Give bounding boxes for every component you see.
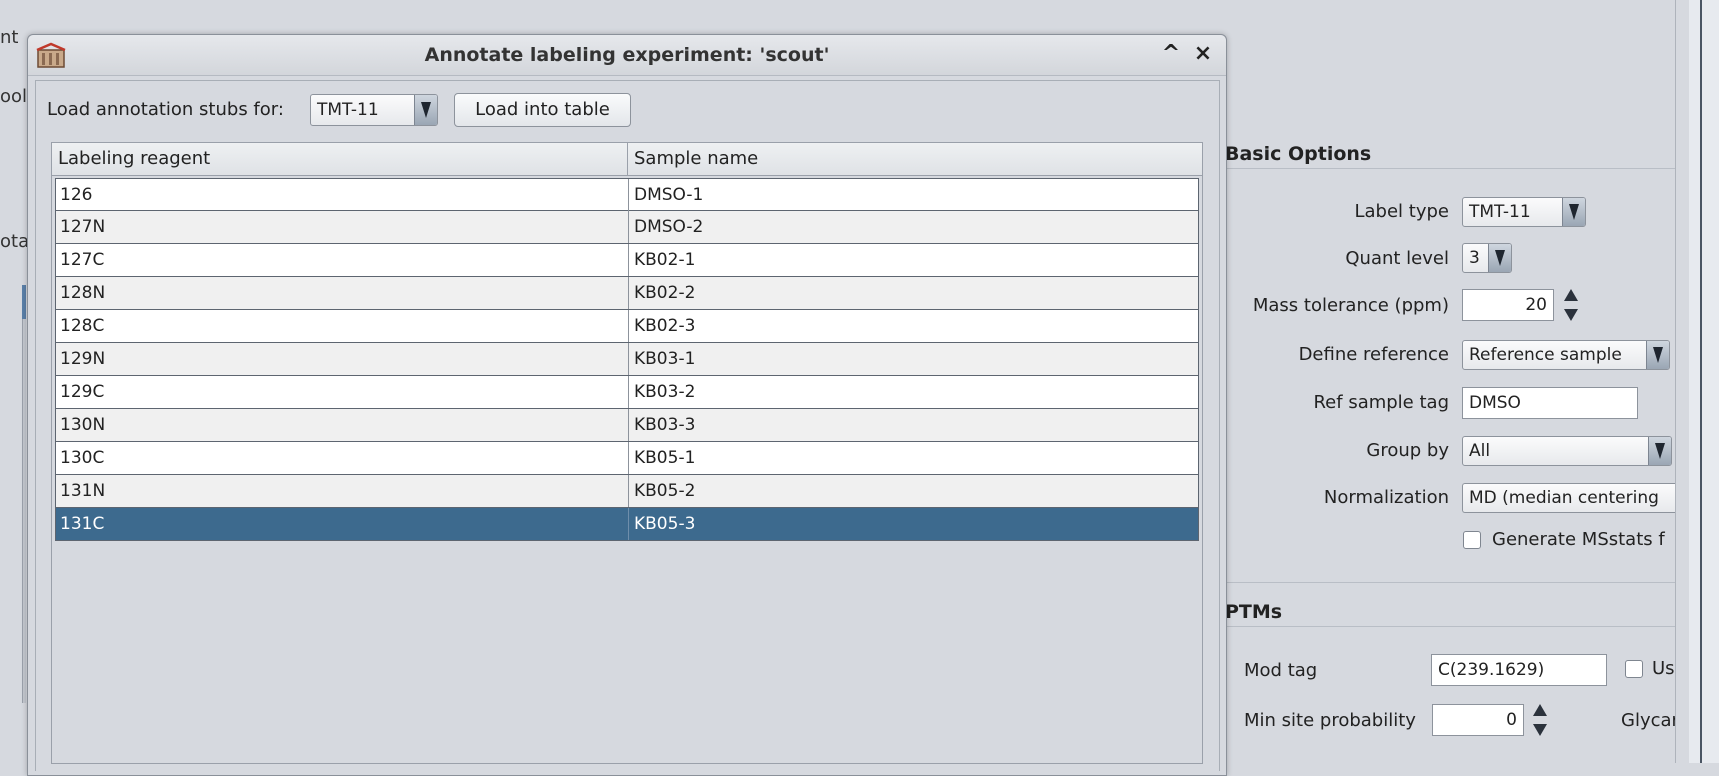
group-by-label: Group by [1366, 440, 1449, 461]
table-row[interactable]: 126 DMSO-1 [55, 178, 1199, 211]
right-window-border [1700, 0, 1702, 763]
table-row[interactable]: 127N DMSO-2 [55, 211, 1199, 244]
generate-msstats-label: Generate MSstats f [1492, 529, 1665, 550]
sample-cell[interactable]: KB05-2 [629, 475, 1199, 507]
table-row[interactable]: 130N KB03-3 [55, 409, 1199, 442]
glycan-label: Glycar [1621, 710, 1675, 731]
ptms-title: PTMs [1225, 601, 1283, 623]
reagent-cell[interactable]: 127N [56, 211, 629, 243]
mass-tolerance-label: Mass tolerance (ppm) [1252, 295, 1449, 316]
chevron-down-icon [1562, 198, 1585, 226]
table-row[interactable]: 128N KB02-2 [55, 277, 1199, 310]
bg-left-selection-edge [22, 285, 26, 319]
sample-cell[interactable]: KB03-1 [629, 343, 1199, 375]
reagent-cell[interactable]: 131N [56, 475, 629, 507]
sample-cell[interactable]: KB03-3 [629, 409, 1199, 441]
ptms-divider-top [1225, 582, 1675, 583]
mod-tag-label: Mod tag [1244, 660, 1318, 681]
define-reference-value: Reference sample [1469, 345, 1622, 365]
normalization-value: MD (median centering [1469, 488, 1659, 508]
dialog-titlebar[interactable]: Annotate labeling experiment: 'scout' ^ … [28, 35, 1226, 76]
reagent-cell[interactable]: 130C [56, 442, 629, 474]
reagent-cell[interactable]: 130N [56, 409, 629, 441]
table-row[interactable]: 127C KB02-1 [55, 244, 1199, 277]
sample-cell[interactable]: KB02-3 [629, 310, 1199, 342]
use-checkbox[interactable] [1625, 660, 1643, 678]
reagent-cell[interactable]: 128N [56, 277, 629, 309]
label-type-value: TMT-11 [1469, 202, 1531, 222]
bg-left-panel-edge [22, 285, 26, 703]
table-header: Labeling reagent Sample name [52, 143, 1202, 176]
sample-cell[interactable]: KB02-1 [629, 244, 1199, 276]
arrow-up-icon [1533, 704, 1547, 716]
reagent-cell[interactable]: 126 [56, 179, 629, 211]
mass-tolerance-input[interactable]: 20 [1462, 289, 1554, 321]
annotation-table: Labeling reagent Sample name 126 DMSO-1 1… [51, 142, 1203, 764]
table-row[interactable]: 129N KB03-1 [55, 343, 1199, 376]
stub-type-value: TMT-11 [317, 100, 379, 120]
quant-level-value: 3 [1469, 248, 1480, 268]
sample-cell[interactable]: KB05-3 [629, 508, 1199, 540]
min-site-prob-input[interactable]: 0 [1432, 704, 1524, 736]
reagent-cell[interactable]: 129N [56, 343, 629, 375]
table-row[interactable]: 128C KB02-3 [55, 310, 1199, 343]
reagent-cell[interactable]: 128C [56, 310, 629, 342]
basic-options-divider [1225, 168, 1675, 169]
mass-tolerance-spinner[interactable] [1564, 289, 1580, 323]
define-reference-select[interactable]: Reference sample [1462, 340, 1670, 370]
sample-cell[interactable]: KB02-2 [629, 277, 1199, 309]
bg-left-label-1: nt [0, 27, 19, 48]
label-type-label: Label type [1354, 201, 1450, 222]
chevron-down-icon [414, 95, 437, 125]
right-window-edge [1689, 0, 1719, 763]
table-row[interactable]: 131N KB05-2 [55, 475, 1199, 508]
basic-options-title: Basic Options [1225, 143, 1372, 165]
dialog-title: Annotate labeling experiment: 'scout' [424, 44, 830, 66]
group-by-select[interactable]: All [1462, 436, 1672, 466]
close-button[interactable]: × [1190, 41, 1216, 67]
table-row[interactable]: 129C KB03-2 [55, 376, 1199, 409]
sample-cell[interactable]: KB03-2 [629, 376, 1199, 408]
quant-level-label: Quant level [1345, 248, 1449, 269]
sample-cell[interactable]: KB05-1 [629, 442, 1199, 474]
chevron-down-icon [1488, 244, 1511, 272]
normalization-select[interactable]: MD (median centering [1462, 483, 1675, 513]
generate-msstats-checkbox[interactable] [1463, 531, 1481, 549]
load-stubs-label: Load annotation stubs for: [47, 99, 284, 120]
arrow-up-icon [1564, 289, 1578, 301]
reagent-cell[interactable]: 131C [56, 508, 629, 540]
ref-sample-tag-input[interactable]: DMSO [1462, 387, 1638, 419]
load-into-table-button[interactable]: Load into table [454, 93, 631, 127]
mod-tag-input[interactable]: C(239.1629) [1431, 654, 1607, 686]
ref-sample-tag-label: Ref sample tag [1313, 392, 1449, 413]
sample-cell[interactable]: DMSO-1 [629, 179, 1199, 211]
normalization-label: Normalization [1323, 487, 1449, 508]
minimize-button[interactable]: ^ [1158, 41, 1184, 67]
column-header-reagent[interactable]: Labeling reagent [52, 143, 628, 175]
min-site-prob-spinner[interactable] [1533, 704, 1549, 738]
table-row-selected[interactable]: 131C KB05-3 [55, 508, 1199, 541]
arrow-down-icon [1533, 724, 1547, 736]
group-by-value: All [1469, 441, 1491, 461]
use-label: Us [1652, 658, 1675, 679]
bg-left-label-2: ool [0, 86, 28, 107]
label-type-select[interactable]: TMT-11 [1462, 197, 1586, 227]
bg-left-label-3: ota [0, 231, 30, 252]
reagent-cell[interactable]: 127C [56, 244, 629, 276]
table-body: 126 DMSO-1 127N DMSO-2 127C KB02-1 128N KB02… [55, 178, 1199, 541]
sample-cell[interactable]: DMSO-2 [629, 211, 1199, 243]
chevron-down-icon [1646, 341, 1669, 369]
arrow-down-icon [1564, 309, 1578, 321]
stub-type-select[interactable]: TMT-11 [310, 94, 438, 126]
ptms-divider [1225, 626, 1675, 627]
min-site-prob-label: Min site probability [1244, 710, 1416, 731]
quant-level-select[interactable]: 3 [1462, 243, 1512, 273]
define-reference-label: Define reference [1298, 344, 1449, 365]
reagent-cell[interactable]: 129C [56, 376, 629, 408]
right-panel-scrollbar[interactable] [1675, 0, 1690, 763]
column-header-sample[interactable]: Sample name [628, 143, 1202, 175]
chevron-down-icon [1648, 437, 1671, 465]
table-row[interactable]: 130C KB05-1 [55, 442, 1199, 475]
